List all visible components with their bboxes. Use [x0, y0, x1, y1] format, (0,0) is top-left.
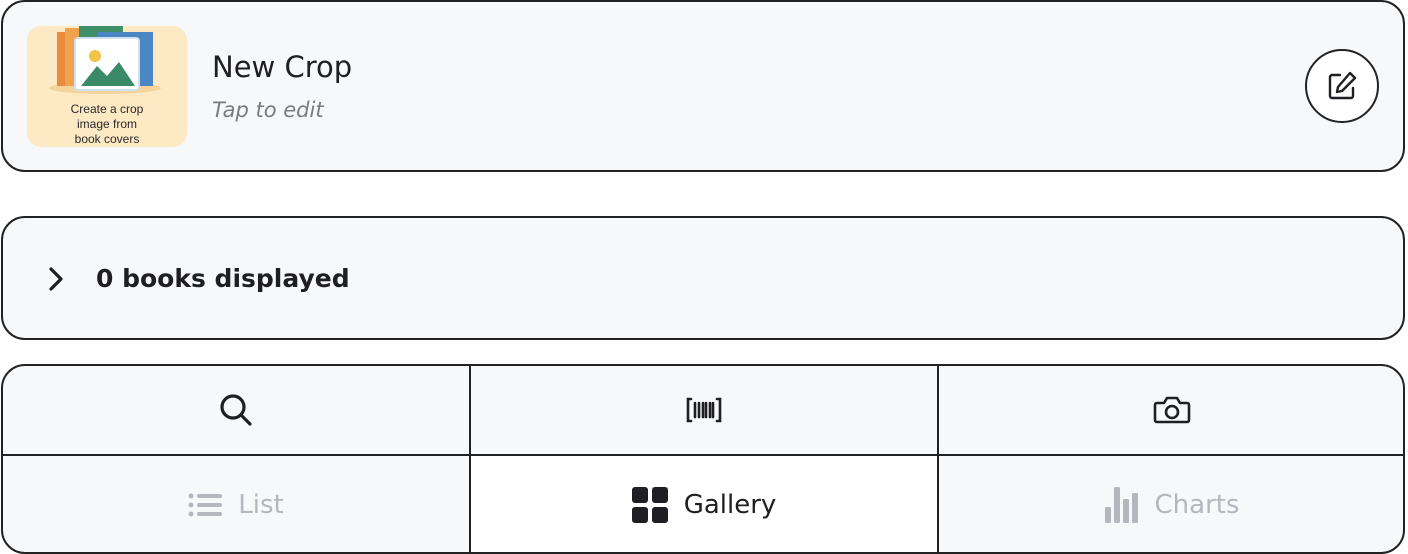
- edit-button[interactable]: [1305, 49, 1379, 123]
- bar-chart-icon: [1104, 487, 1138, 523]
- crop-card[interactable]: Create a crop image from book covers New…: [1, 0, 1405, 172]
- tab-gallery-label: Gallery: [683, 490, 777, 520]
- chevron-right-icon[interactable]: [47, 259, 67, 299]
- barcode-scan-button[interactable]: [471, 366, 939, 456]
- tab-gallery[interactable]: Gallery: [471, 456, 939, 552]
- tab-list-label: List: [238, 490, 284, 520]
- thumbnail-caption: Create a crop image from book covers: [70, 102, 144, 146]
- books-summary-card[interactable]: 0 books displayed: [1, 216, 1405, 340]
- list-icon: [188, 493, 223, 517]
- toolbar-grid: List Gallery Charts: [1, 364, 1405, 554]
- tab-list[interactable]: List: [3, 456, 471, 552]
- books-count-label: 0 books displayed: [96, 264, 350, 293]
- search-icon: [220, 394, 252, 426]
- search-button[interactable]: [3, 366, 471, 456]
- barcode-icon: [686, 397, 722, 423]
- grid-icon: [631, 487, 668, 523]
- camera-button[interactable]: [939, 366, 1403, 456]
- book-covers-image-icon: [49, 26, 161, 94]
- crop-title: New Crop: [212, 50, 353, 84]
- crop-subtitle: Tap to edit: [212, 98, 324, 122]
- camera-icon: [1153, 396, 1191, 424]
- tab-charts-label: Charts: [1154, 490, 1240, 520]
- crop-thumbnail[interactable]: Create a crop image from book covers: [27, 26, 187, 147]
- tab-charts[interactable]: Charts: [939, 456, 1403, 552]
- edit-square-icon: [1328, 71, 1357, 100]
